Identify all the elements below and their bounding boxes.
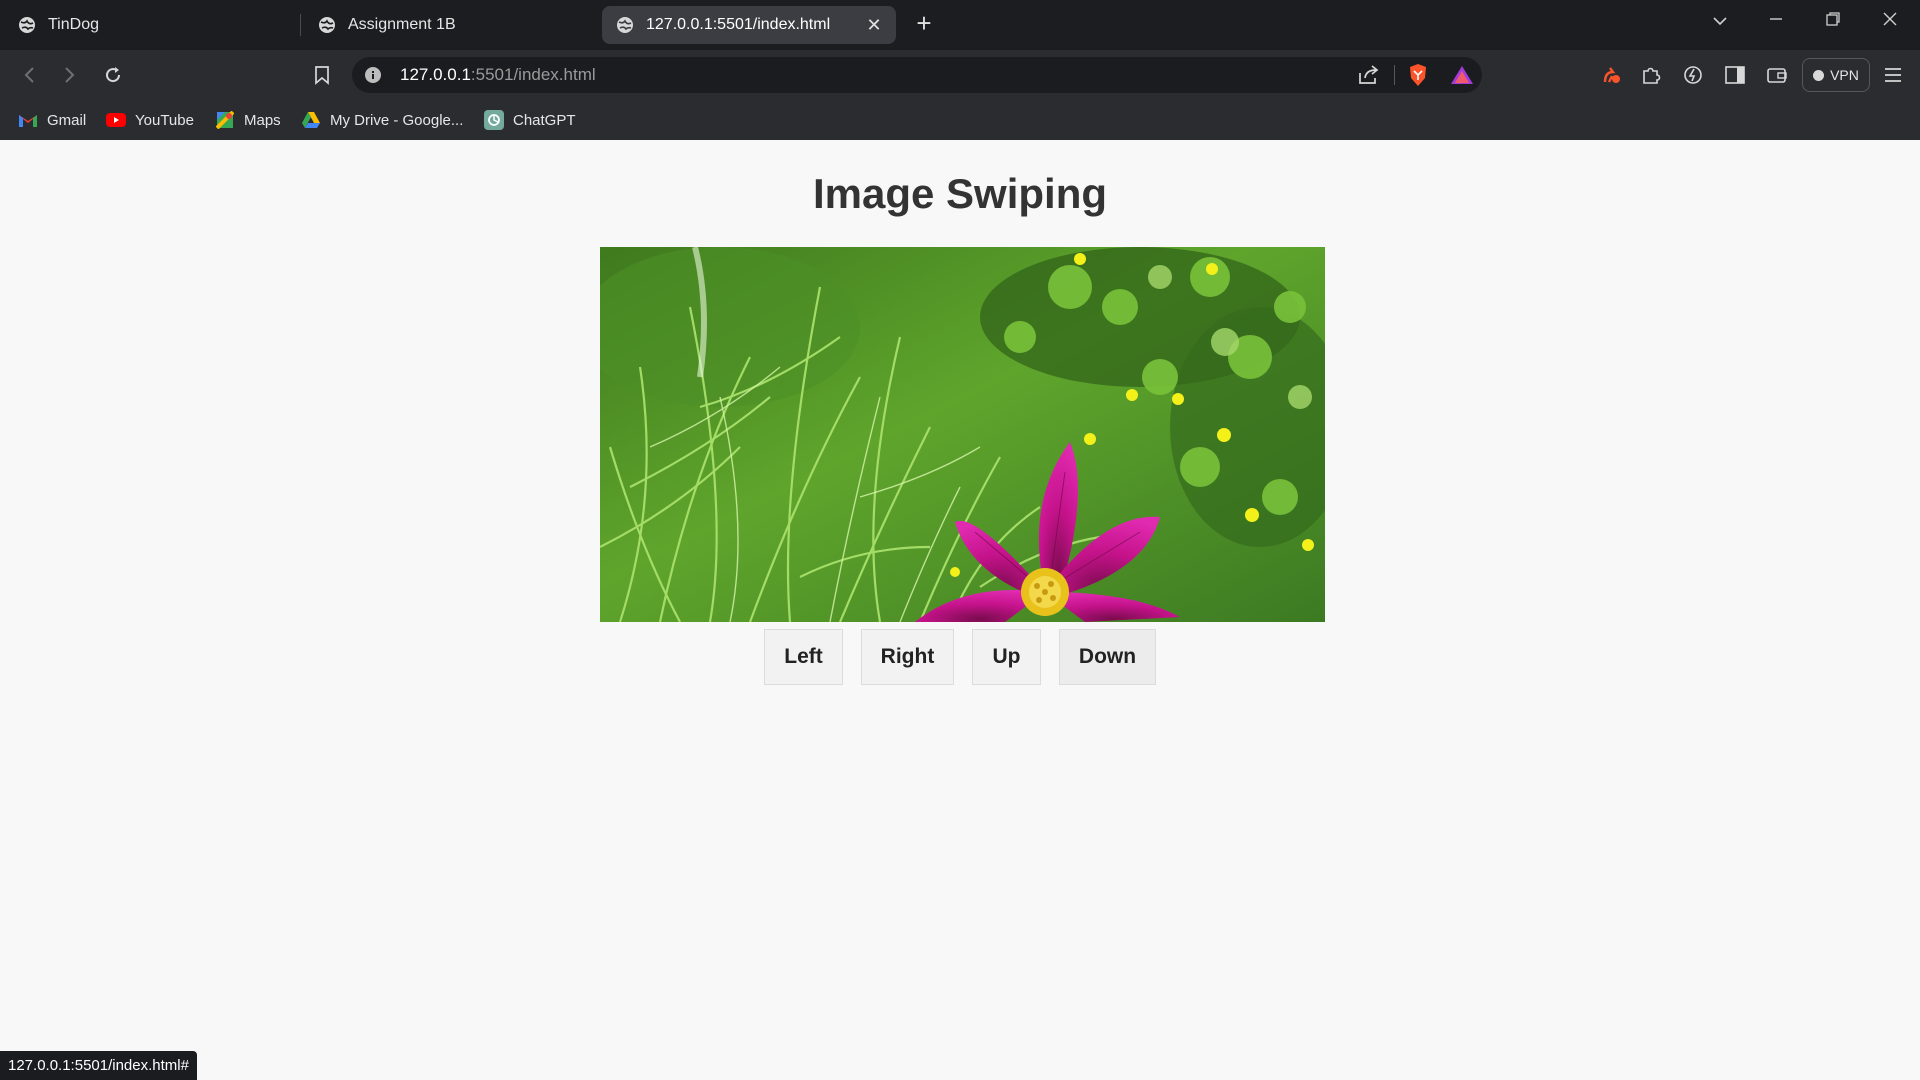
down-button[interactable]: Down bbox=[1059, 629, 1156, 685]
tab-title: TinDog bbox=[48, 16, 99, 33]
bookmark-label: Maps bbox=[244, 111, 281, 129]
minimize-button[interactable] bbox=[1756, 6, 1796, 34]
wallet-icon[interactable] bbox=[1764, 62, 1790, 88]
tab-assignment[interactable]: Assignment 1B bbox=[304, 6, 594, 44]
brave-rewards-icon[interactable] bbox=[1450, 65, 1474, 85]
bookmark-maps[interactable]: Maps bbox=[215, 108, 281, 132]
bookmark-chatgpt[interactable]: ChatGPT bbox=[484, 108, 576, 132]
url-host: 127.0.0.1 bbox=[400, 65, 471, 84]
left-button[interactable]: Left bbox=[764, 629, 843, 685]
tab-bar: TinDog Assignment 1B 127.0.0.1:5501/inde… bbox=[0, 0, 1920, 50]
globe-icon bbox=[617, 17, 633, 33]
vpn-label: VPN bbox=[1830, 67, 1859, 83]
bookmark-my-drive[interactable]: My Drive - Google... bbox=[301, 108, 463, 132]
sidebar-toggle-icon[interactable] bbox=[1722, 62, 1748, 88]
tab-search-chevron-icon[interactable] bbox=[1700, 6, 1740, 34]
globe-icon bbox=[319, 17, 335, 33]
bookmark-icon[interactable] bbox=[309, 62, 335, 88]
back-arrow-icon[interactable] bbox=[16, 62, 42, 88]
reload-icon[interactable] bbox=[100, 62, 126, 88]
swipe-image bbox=[600, 247, 1325, 622]
close-window-button[interactable] bbox=[1870, 6, 1910, 34]
right-button[interactable]: Right bbox=[861, 629, 954, 685]
flower-photo bbox=[600, 247, 1325, 622]
extensions-puzzle-icon[interactable] bbox=[1638, 62, 1664, 88]
new-tab-button[interactable]: + bbox=[912, 10, 936, 36]
web-page: Image Swiping Left Right Up Down bbox=[0, 140, 1920, 1080]
url-text: 127.0.0.1:5501/index.html bbox=[400, 65, 596, 85]
tab-title: Assignment 1B bbox=[348, 16, 456, 33]
tab-divider bbox=[300, 14, 301, 36]
leo-assistant-icon[interactable] bbox=[1680, 62, 1706, 88]
link-status-bar: 127.0.0.1:5501/index.html# bbox=[0, 1051, 197, 1080]
youtube-icon bbox=[106, 110, 126, 130]
browser-toolbar: 127.0.0.1:5501/index.html 1 VPN bbox=[0, 50, 1920, 126]
menu-hamburger-icon[interactable] bbox=[1880, 62, 1906, 88]
bookmark-gmail[interactable]: Gmail bbox=[18, 108, 86, 132]
globe-icon bbox=[19, 17, 35, 33]
restore-button[interactable] bbox=[1813, 6, 1853, 34]
brave-news-icon[interactable] bbox=[1599, 62, 1625, 88]
vpn-status-icon bbox=[1813, 69, 1825, 81]
address-bar[interactable]: 127.0.0.1:5501/index.html bbox=[352, 57, 1482, 93]
forward-arrow-icon[interactable] bbox=[57, 62, 83, 88]
up-button[interactable]: Up bbox=[972, 629, 1041, 685]
share-icon[interactable] bbox=[1358, 65, 1380, 85]
gmail-icon bbox=[18, 110, 38, 130]
site-info-icon[interactable] bbox=[364, 66, 382, 84]
bookmark-label: YouTube bbox=[135, 111, 194, 129]
bookmark-label: ChatGPT bbox=[513, 111, 576, 129]
brave-shields-icon[interactable] bbox=[1408, 63, 1428, 87]
bookmarks-bar: Gmail YouTube Maps My Drive - Google... … bbox=[0, 100, 1920, 140]
bookmark-youtube[interactable]: YouTube bbox=[106, 108, 194, 132]
tab-active-index[interactable]: 127.0.0.1:5501/index.html ✕ bbox=[602, 6, 896, 44]
bookmark-label: My Drive - Google... bbox=[330, 111, 464, 129]
tab-title: 127.0.0.1:5501/index.html bbox=[646, 16, 831, 33]
page-title: Image Swiping bbox=[812, 170, 1108, 217]
url-divider bbox=[1394, 65, 1395, 85]
tab-tindog[interactable]: TinDog bbox=[4, 6, 294, 44]
url-path: :5501/index.html bbox=[470, 65, 596, 84]
vpn-button[interactable]: VPN bbox=[1802, 58, 1870, 92]
google-drive-icon bbox=[301, 110, 321, 130]
chatgpt-icon bbox=[484, 110, 504, 130]
close-tab-icon[interactable]: ✕ bbox=[864, 15, 884, 35]
maps-icon bbox=[215, 110, 235, 130]
bookmark-label: Gmail bbox=[47, 111, 87, 129]
